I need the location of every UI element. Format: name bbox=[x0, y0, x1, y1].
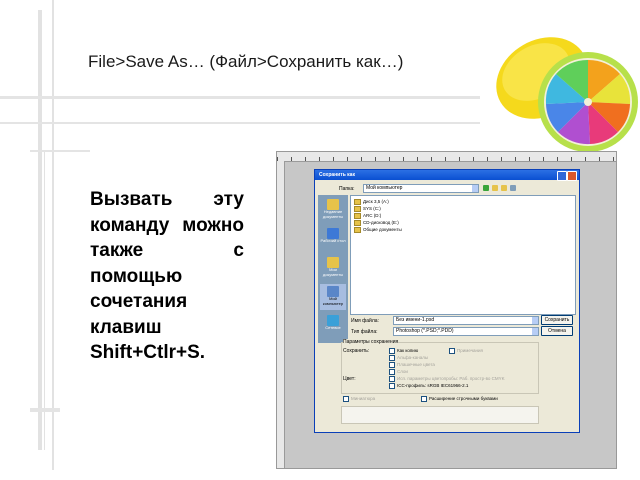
close-icon[interactable] bbox=[567, 171, 577, 181]
decor-line bbox=[52, 0, 54, 470]
drive-icon bbox=[354, 213, 361, 219]
filename-label: Имя файла: bbox=[351, 318, 379, 324]
ruler-horizontal bbox=[277, 152, 616, 162]
place-recent[interactable]: Недавние документы bbox=[320, 197, 346, 223]
list-item-label: SYS (C:) bbox=[363, 206, 381, 212]
slide-title: File>Save As… (Файл>Сохранить как…) bbox=[88, 52, 404, 71]
list-item[interactable]: Общие документы bbox=[354, 227, 402, 233]
list-item-label: ARC (D:) bbox=[363, 213, 382, 219]
folder-label: Папка: bbox=[339, 186, 355, 192]
alpha-checkbox[interactable]: Альфа-каналы bbox=[389, 355, 428, 361]
folder-value: Мой компьютер bbox=[366, 185, 403, 191]
ruler-vertical bbox=[277, 161, 285, 468]
list-item-label: CD-дисковод (E:) bbox=[363, 220, 399, 226]
place-label: Мой компьютер bbox=[322, 296, 344, 306]
place-label: Мои документы bbox=[322, 267, 344, 277]
filetype-value: Photoshop (*.PSD;*.PDD) bbox=[396, 328, 454, 334]
decor-line bbox=[0, 96, 480, 99]
drive-icon bbox=[354, 199, 361, 205]
chevron-down-icon[interactable] bbox=[532, 328, 538, 335]
place-network[interactable]: Сетевое bbox=[320, 313, 346, 339]
back-icon[interactable] bbox=[483, 185, 489, 191]
folder-select[interactable]: Мой компьютер bbox=[363, 184, 479, 193]
dialog-title-bar: Сохранить как bbox=[315, 170, 579, 181]
filetype-label: Тип файла: bbox=[351, 329, 378, 335]
place-label: Недавние документы bbox=[322, 209, 344, 219]
place-my-documents[interactable]: Мои документы bbox=[320, 255, 346, 281]
place-desktop[interactable]: Рабочий стол bbox=[320, 226, 346, 252]
spot-checkbox[interactable]: Плашечные цвета bbox=[389, 362, 435, 368]
save-options-label: Сохранить: bbox=[343, 348, 370, 354]
list-item-label: Общие документы bbox=[363, 227, 402, 233]
lemon-image bbox=[496, 37, 638, 152]
help-icon[interactable] bbox=[557, 171, 567, 181]
thumbnail-checkbox[interactable]: Миниатюра bbox=[343, 396, 375, 402]
bottom-options-area bbox=[341, 406, 539, 424]
new-folder-icon[interactable] bbox=[501, 185, 507, 191]
place-my-computer[interactable]: Мой компьютер bbox=[320, 284, 346, 310]
dialog-title: Сохранить как bbox=[319, 172, 355, 178]
up-folder-icon[interactable] bbox=[492, 185, 498, 191]
list-item[interactable]: Диск 3,5 (A:) bbox=[354, 199, 389, 205]
decor-line bbox=[30, 408, 60, 412]
decor-line bbox=[0, 122, 480, 124]
list-item[interactable]: SYS (C:) bbox=[354, 206, 381, 212]
dialog-screenshot: Сохранить как Папка: Мой компьютер Недав… bbox=[276, 151, 617, 469]
decor-line bbox=[38, 10, 42, 450]
icc-checkbox[interactable]: ICC-профиль: sRGB IEC61966-2.1 bbox=[389, 383, 468, 389]
color-label: Цвет: bbox=[343, 376, 356, 382]
places-bar: Недавние документы Рабочий стол Мои доку… bbox=[318, 195, 348, 343]
view-menu-icon[interactable] bbox=[510, 185, 516, 191]
place-label: Рабочий стол bbox=[320, 238, 346, 243]
layers-checkbox[interactable]: Слои bbox=[389, 369, 408, 375]
chevron-down-icon[interactable] bbox=[472, 185, 478, 192]
proof-checkbox[interactable]: Исп. параметры цветопробы: Раб. простр-в… bbox=[389, 376, 505, 382]
filename-value: Без имени-1.psd bbox=[396, 317, 435, 323]
cancel-button[interactable]: Отмена bbox=[541, 326, 573, 336]
file-list[interactable]: Диск 3,5 (A:) SYS (C:) ARC (D:) CD-диско… bbox=[350, 195, 576, 315]
slide: File>Save As… (Файл>Сохранить как…) Вызв… bbox=[0, 0, 640, 480]
filetype-select[interactable]: Photoshop (*.PSD;*.PDD) bbox=[393, 327, 539, 336]
cd-drive-icon bbox=[354, 220, 361, 226]
save-button[interactable]: Сохранить bbox=[541, 315, 573, 325]
notes-checkbox[interactable]: Примечания bbox=[449, 348, 483, 354]
list-item[interactable]: ARC (D:) bbox=[354, 213, 381, 219]
decor-line bbox=[30, 150, 90, 152]
lowercase-extension-checkbox[interactable]: Расширение строчными буквами bbox=[421, 396, 498, 402]
decor-line bbox=[44, 150, 45, 450]
chevron-down-icon[interactable] bbox=[532, 317, 538, 324]
save-as-dialog: Сохранить как Папка: Мой компьютер Недав… bbox=[314, 169, 580, 433]
filename-input[interactable]: Без имени-1.psd bbox=[393, 316, 539, 325]
folder-icon bbox=[354, 227, 361, 233]
list-item[interactable]: CD-дисковод (E:) bbox=[354, 220, 399, 226]
drive-icon bbox=[354, 206, 361, 212]
list-item-label: Диск 3,5 (A:) bbox=[363, 199, 389, 205]
place-label: Сетевое bbox=[325, 325, 341, 330]
params-label: Параметры сохранения bbox=[343, 339, 399, 345]
copy-checkbox[interactable]: Как копию bbox=[389, 348, 418, 354]
slide-body-text: Вызвать эту команду можно также с помощь… bbox=[90, 189, 244, 363]
